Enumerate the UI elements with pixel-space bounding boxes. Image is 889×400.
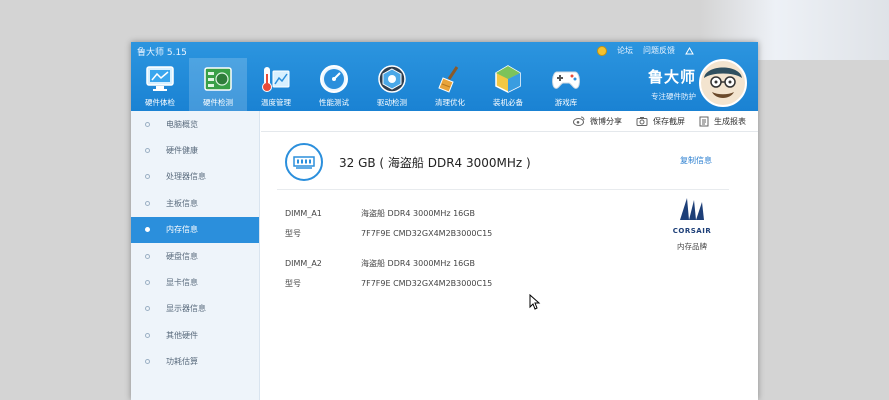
model-value: 7F7F9E CMD32GX4M2B3000C15 <box>361 278 493 288</box>
tab-label: 硬件体检 <box>145 98 175 107</box>
sidebar-item-motherboard[interactable]: 主板信息 <box>131 190 259 216</box>
driver-gear-icon <box>376 63 408 95</box>
feedback-link[interactable]: 问题反馈 <box>643 45 675 56</box>
brand-name: 鲁大师 <box>647 68 696 86</box>
bullet-icon <box>145 306 150 312</box>
corsair-sails-icon <box>680 198 704 220</box>
sidebar-item-label: 显示器信息 <box>166 304 206 314</box>
header-links: 论坛 问题反馈 <box>597 45 694 56</box>
copy-info-link[interactable]: 复制信息 <box>680 155 712 166</box>
model-row: 型号 7F7F9E CMD32GX4M2B3000C15 <box>285 223 492 243</box>
sidebar-item-label: 内存信息 <box>166 225 198 235</box>
sidebar-item-display[interactable]: 显示器信息 <box>131 296 259 322</box>
action-bar: 微博分享 保存截屏 生成报表 <box>261 111 758 132</box>
memory-brand: CORSAIR 内存品牌 <box>666 196 718 252</box>
coin-icon[interactable] <box>597 45 607 56</box>
corsair-logo-text: CORSAIR <box>672 227 712 235</box>
slot-desc: 海盗船 DDR4 3000MHz 16GB <box>361 258 475 268</box>
model-key: 型号 <box>285 228 301 238</box>
tab-label: 性能测试 <box>319 98 349 107</box>
slot-row: DIMM_A1 海盗船 DDR4 3000MHz 16GB <box>285 203 492 223</box>
bullet-icon <box>145 227 150 233</box>
main-content: 微博分享 保存截屏 生成报表 32 GB ( 海盗船 DDR4 3000MHz … <box>261 111 758 400</box>
slot-name: DIMM_A1 <box>285 208 322 218</box>
sidebar-item-cpu[interactable]: 处理器信息 <box>131 164 259 190</box>
save-screenshot-button[interactable]: 保存截屏 <box>636 116 685 127</box>
model-value: 7F7F9E CMD32GX4M2B3000C15 <box>361 228 493 238</box>
divider <box>277 189 729 190</box>
bullet-icon <box>145 121 150 127</box>
tab-performance[interactable]: 性能测试 <box>305 58 363 111</box>
tab-label: 游戏库 <box>554 98 578 107</box>
tab-label: 温度管理 <box>261 98 291 107</box>
sidebar-item-label: 功耗估算 <box>166 357 198 367</box>
weibo-icon <box>573 116 585 126</box>
sidebar-item-label: 硬盘信息 <box>166 251 198 261</box>
thermometer-icon <box>260 63 292 95</box>
tab-label: 清理优化 <box>435 98 465 107</box>
ram-icon <box>285 143 323 181</box>
slot-desc: 海盗船 DDR4 3000MHz 16GB <box>361 208 475 218</box>
mascot-avatar[interactable] <box>698 58 748 108</box>
model-key: 型号 <box>285 278 301 288</box>
gamepad-icon <box>550 63 582 95</box>
tab-label: 装机必备 <box>493 98 523 107</box>
forum-link[interactable]: 论坛 <box>617 45 633 56</box>
brand-block: 鲁大师 专注硬件防护 <box>648 66 696 102</box>
tab-temperature[interactable]: 温度管理 <box>247 58 305 111</box>
sidebar-item-disk[interactable]: 硬盘信息 <box>131 243 259 269</box>
tool-tabs: 硬件体检 硬件检测 温度管理 性能测试 驱动检测 清理优化 装机必备 游戏库 <box>131 58 595 111</box>
tab-label: 硬件检测 <box>203 98 233 107</box>
tab-hardware-checkup[interactable]: 硬件体检 <box>131 58 189 111</box>
bullet-icon <box>145 148 150 154</box>
brand-caption: 内存品牌 <box>677 242 707 251</box>
sidebar-item-memory[interactable]: 内存信息 <box>131 216 259 243</box>
sidebar-item-label: 硬件健康 <box>166 146 198 156</box>
model-row: 型号 7F7F9E CMD32GX4M2B3000C15 <box>285 273 492 293</box>
sidebar-item-label: 处理器信息 <box>166 172 206 182</box>
bullet-icon <box>145 253 150 259</box>
sidebar-item-overview[interactable]: 电脑概览 <box>131 111 259 137</box>
sidebar-item-label: 其他硬件 <box>166 330 198 340</box>
sidebar-item-label: 显卡信息 <box>166 278 198 288</box>
tab-driver[interactable]: 驱动检测 <box>363 58 421 111</box>
bullet-icon <box>145 174 150 180</box>
cube-icon <box>492 63 524 95</box>
sidebar: 电脑概览 硬件健康 处理器信息 主板信息 内存信息 硬盘信息 显卡信息 显示器信… <box>131 111 260 400</box>
weibo-share-button[interactable]: 微博分享 <box>573 116 622 127</box>
skin-icon[interactable] <box>685 46 694 55</box>
speedometer-icon <box>318 63 350 95</box>
circuit-board-icon <box>202 63 234 95</box>
sidebar-item-label: 电脑概览 <box>166 119 198 129</box>
monitor-icon <box>144 63 176 95</box>
sidebar-item-power[interactable]: 功耗估算 <box>131 349 259 375</box>
sidebar-item-other[interactable]: 其他硬件 <box>131 322 259 348</box>
window-title: 鲁大师 5.15 <box>137 48 187 58</box>
bullet-icon <box>145 280 150 286</box>
memory-details: DIMM_A1 海盗船 DDR4 3000MHz 16GB 型号 7F7F9E … <box>285 203 492 293</box>
bullet-icon <box>145 332 150 338</box>
tab-cleanup[interactable]: 清理优化 <box>421 58 479 111</box>
tab-essentials[interactable]: 装机必备 <box>479 58 537 111</box>
broom-icon <box>434 63 466 95</box>
sidebar-item-gpu[interactable]: 显卡信息 <box>131 269 259 295</box>
memory-header: 32 GB ( 海盗船 DDR4 3000MHz ) <box>285 143 531 181</box>
sidebar-item-label: 主板信息 <box>166 198 198 208</box>
report-icon <box>699 116 709 126</box>
top-toolbar: 鲁大师 5.15 论坛 问题反馈 硬件体检 硬件检测 温度管理 性能测试 驱动检… <box>131 42 758 111</box>
mouse-cursor-icon <box>529 294 541 310</box>
slot-name: DIMM_A2 <box>285 258 322 268</box>
tab-hardware-detect[interactable]: 硬件检测 <box>189 58 247 111</box>
generate-report-button[interactable]: 生成报表 <box>699 116 746 127</box>
bullet-icon <box>145 359 150 365</box>
slot-row: DIMM_A2 海盗船 DDR4 3000MHz 16GB <box>285 253 492 273</box>
memory-summary: 32 GB ( 海盗船 DDR4 3000MHz ) <box>339 155 531 170</box>
brand-slogan: 专注硬件防护 <box>651 92 696 101</box>
sidebar-item-health[interactable]: 硬件健康 <box>131 137 259 163</box>
tab-label: 驱动检测 <box>377 98 407 107</box>
tab-games[interactable]: 游戏库 <box>537 58 595 111</box>
bullet-icon <box>145 200 150 206</box>
app-window: 鲁大师 5.15 论坛 问题反馈 硬件体检 硬件检测 温度管理 性能测试 驱动检… <box>131 42 758 400</box>
camera-icon <box>636 117 648 126</box>
